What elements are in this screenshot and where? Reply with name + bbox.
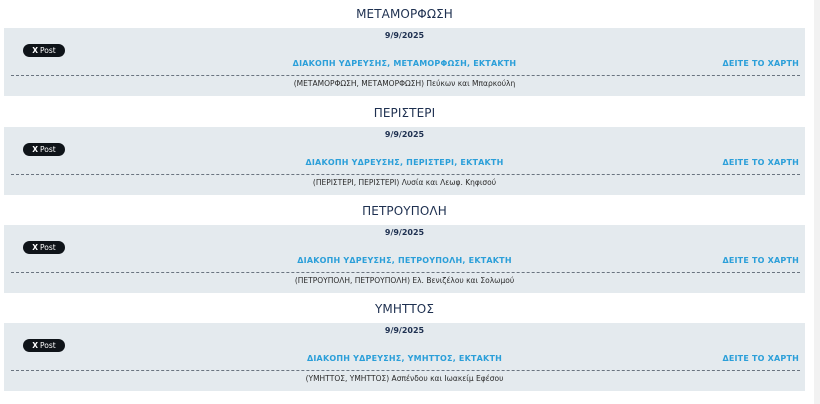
x-post-button[interactable]: X Post	[23, 44, 65, 57]
outage-date: 9/9/2025	[384, 130, 425, 139]
outage-alert-link[interactable]: ΔΙΑΚΟΠΗ ΥΔΡΕΥΣΗΣ, ΠΕΤΡΟΥΠΟΛΗ, ΕΚΤΑΚΤΗ	[4, 256, 805, 265]
page-scrollbar[interactable]	[814, 0, 820, 404]
outage-date: 9/9/2025	[384, 31, 425, 40]
outage-date: 9/9/2025	[384, 326, 425, 335]
dashed-divider	[11, 370, 800, 371]
x-post-label: Post	[40, 243, 56, 252]
x-logo-icon: X	[32, 243, 39, 252]
x-post-label: Post	[40, 46, 56, 55]
dashed-divider	[11, 174, 800, 175]
x-post-button[interactable]: X Post	[23, 339, 65, 352]
outage-date: 9/9/2025	[384, 228, 425, 237]
x-post-label: Post	[40, 341, 56, 350]
x-logo-icon: X	[32, 341, 39, 350]
see-map-link[interactable]: ΔΕΙΤΕ ΤΟ ΧΑΡΤΗ	[722, 158, 799, 167]
outage-streets: (ΥΜΗΤΤΟΣ, ΥΜΗΤΤΟΣ) Ασπένδου και Ιωακείμ …	[305, 374, 504, 383]
outage-card: 9/9/2025 X Post ΔΙΑΚΟΠΗ ΥΔΡΕΥΣΗΣ, ΠΕΡΙΣΤΕ…	[4, 127, 805, 195]
see-map-link[interactable]: ΔΕΙΤΕ ΤΟ ΧΑΡΤΗ	[722, 354, 799, 363]
section-title: ΜΕΤΑΜΟΡΦΩΣΗ	[356, 7, 453, 21]
x-post-label: Post	[40, 145, 56, 154]
outage-alert-link[interactable]: ΔΙΑΚΟΠΗ ΥΔΡΕΥΣΗΣ, ΜΕΤΑΜΟΡΦΩΣΗ, ΕΚΤΑΚΤΗ	[4, 59, 805, 68]
see-map-link[interactable]: ΔΕΙΤΕ ΤΟ ΧΑΡΤΗ	[722, 256, 799, 265]
section-title: ΠΕΤΡΟΥΠΟΛΗ	[362, 204, 447, 218]
section-title: ΥΜΗΤΤΟΣ	[374, 302, 435, 316]
outage-streets: (ΠΕΤΡΟΥΠΟΛΗ, ΠΕΤΡΟΥΠΟΛΗ) Ελ. Βενιζέλου κ…	[294, 276, 515, 285]
outage-card: 9/9/2025 X Post ΔΙΑΚΟΠΗ ΥΔΡΕΥΣΗΣ, ΠΕΤΡΟΥΠ…	[4, 225, 805, 293]
x-post-button[interactable]: X Post	[23, 143, 65, 156]
see-map-link[interactable]: ΔΕΙΤΕ ΤΟ ΧΑΡΤΗ	[722, 59, 799, 68]
outage-alert-link[interactable]: ΔΙΑΚΟΠΗ ΥΔΡΕΥΣΗΣ, ΥΜΗΤΤΟΣ, ΕΚΤΑΚΤΗ	[4, 354, 805, 363]
outage-streets: (ΠΕΡΙΣΤΕΡΙ, ΠΕΡΙΣΤΕΡΙ) Λυσία και Λεωφ. Κ…	[312, 178, 497, 187]
outage-streets: (ΜΕΤΑΜΟΡΦΩΣΗ, ΜΕΤΑΜΟΡΦΩΣΗ) Πεύκων και Μπ…	[293, 79, 516, 88]
x-logo-icon: X	[32, 145, 39, 154]
outage-alert-link[interactable]: ΔΙΑΚΟΠΗ ΥΔΡΕΥΣΗΣ, ΠΕΡΙΣΤΕΡΙ, ΕΚΤΑΚΤΗ	[4, 158, 805, 167]
dashed-divider	[11, 75, 800, 76]
outage-card: 9/9/2025 X Post ΔΙΑΚΟΠΗ ΥΔΡΕΥΣΗΣ, ΥΜΗΤΤΟΣ…	[4, 323, 805, 391]
outage-card: 9/9/2025 X Post ΔΙΑΚΟΠΗ ΥΔΡΕΥΣΗΣ, ΜΕΤΑΜΟΡ…	[4, 28, 805, 96]
x-post-button[interactable]: X Post	[23, 241, 65, 254]
section-title: ΠΕΡΙΣΤΕΡΙ	[373, 106, 436, 120]
dashed-divider	[11, 272, 800, 273]
x-logo-icon: X	[32, 46, 39, 55]
